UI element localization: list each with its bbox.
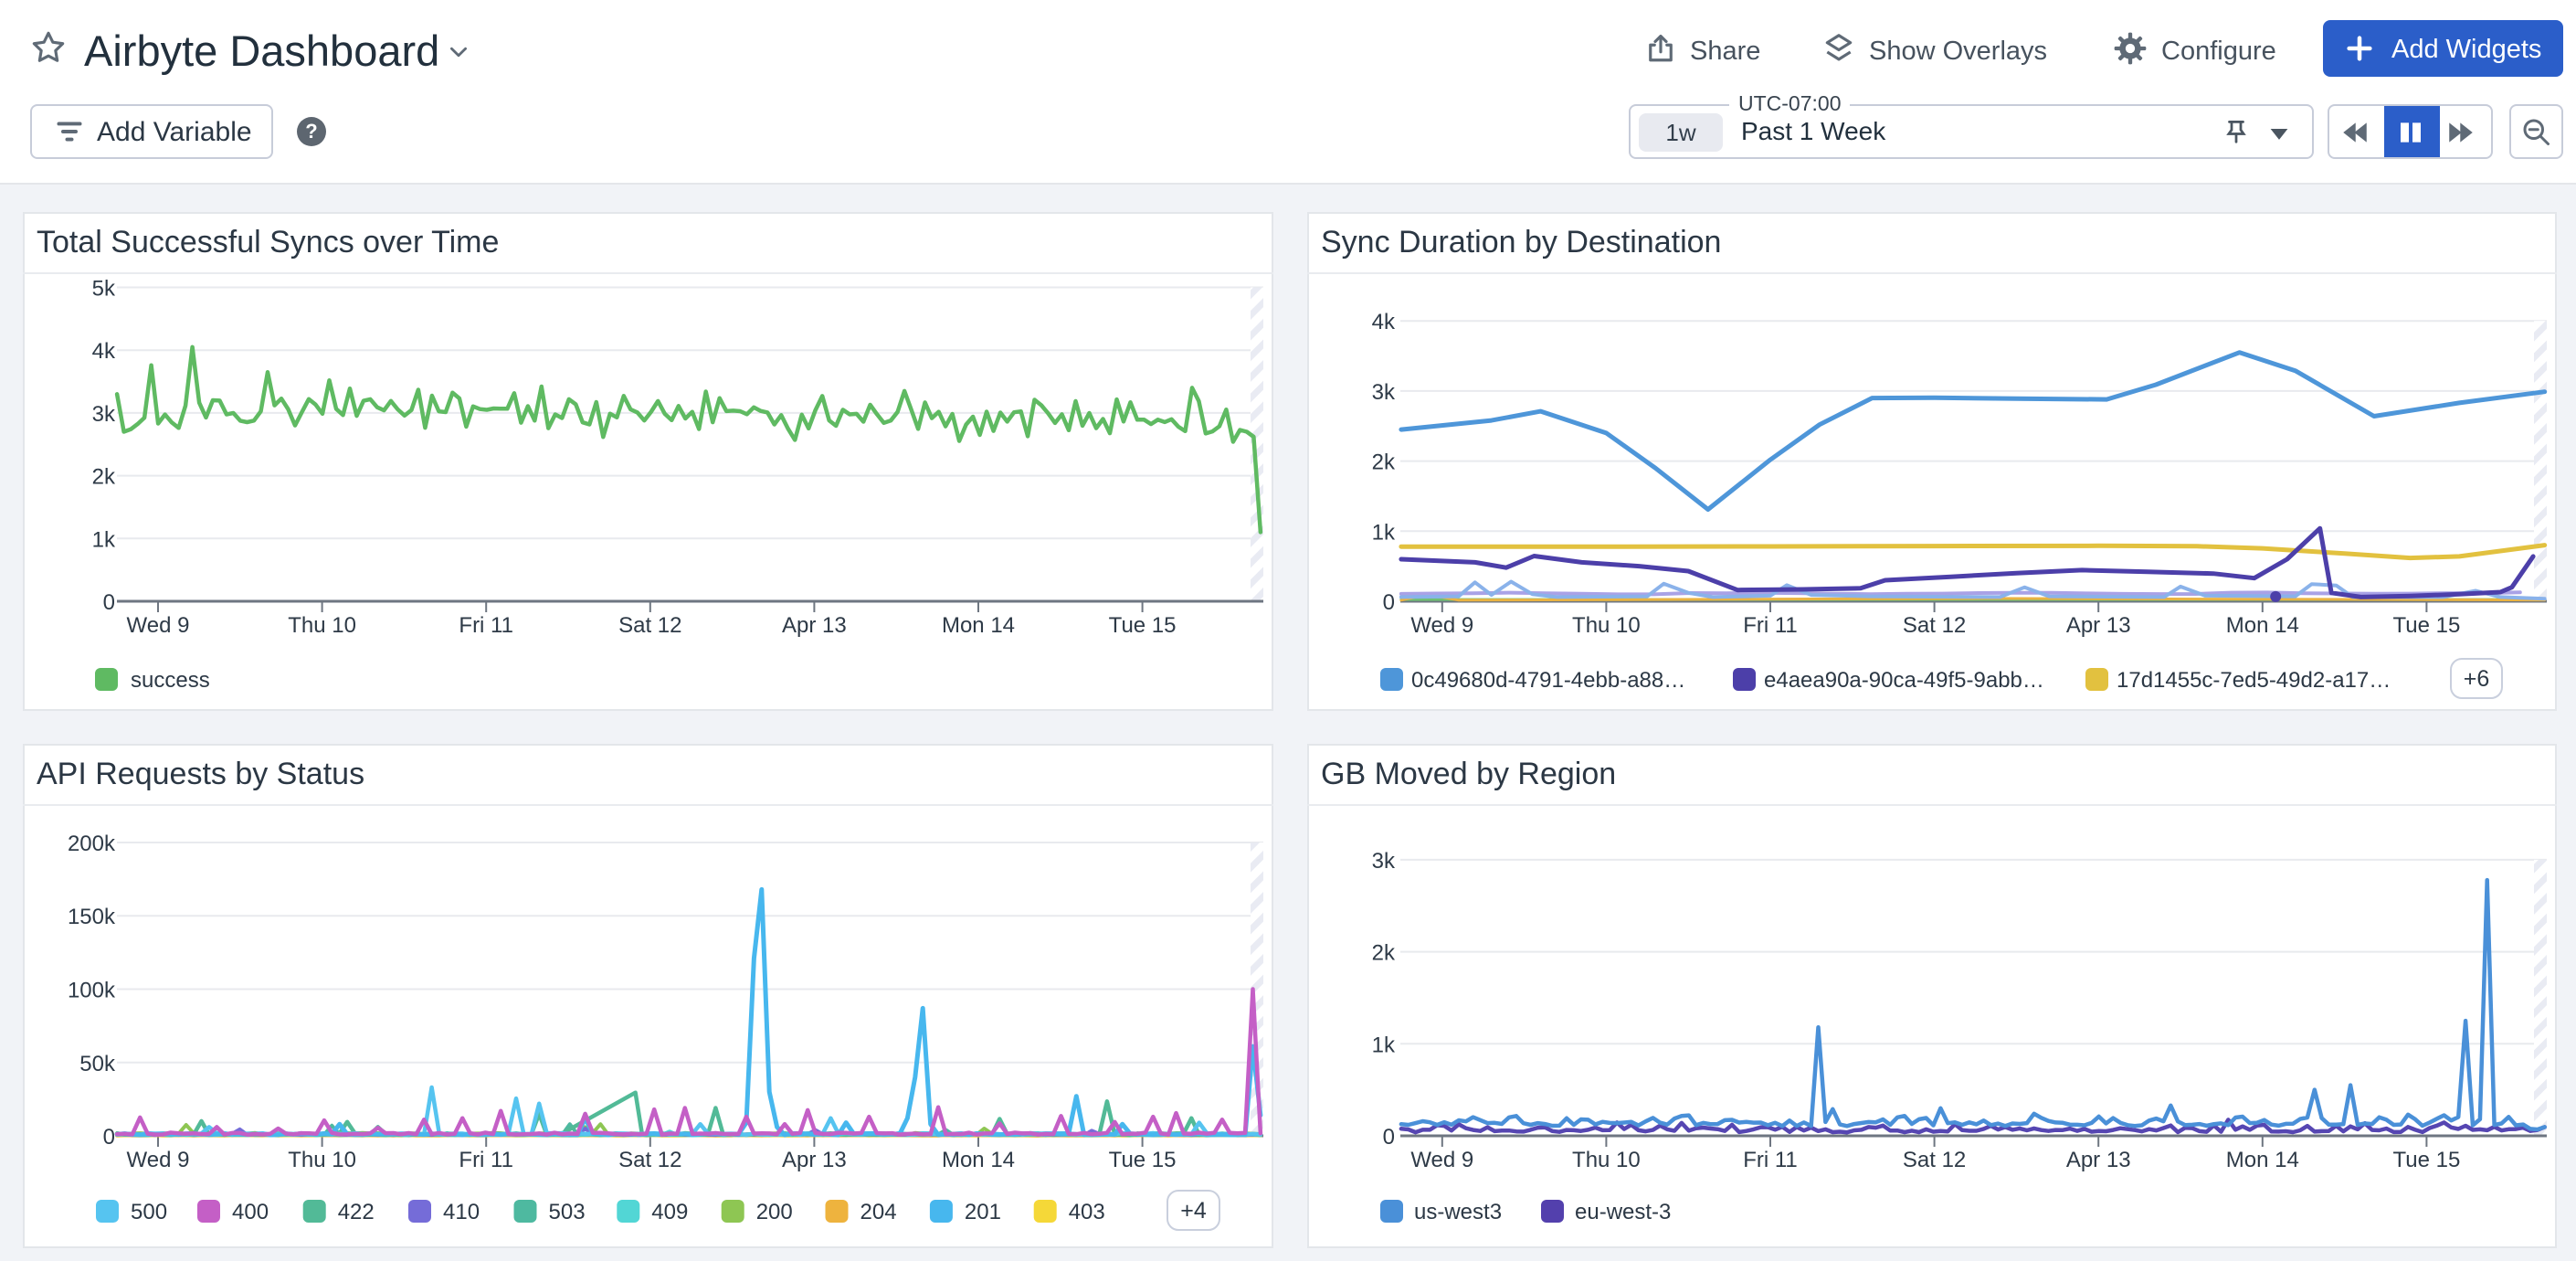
svg-text:1k: 1k (1372, 1033, 1396, 1057)
svg-text:204: 204 (860, 1200, 897, 1224)
svg-text:Thu 10: Thu 10 (288, 1148, 356, 1172)
svg-text:0: 0 (103, 1125, 115, 1150)
svg-text:3k: 3k (92, 402, 116, 427)
svg-text:0c49680d-4791-4ebb-a88…: 0c49680d-4791-4ebb-a88… (1411, 668, 1685, 693)
svg-text:Tue 15: Tue 15 (2392, 613, 2460, 638)
svg-text:3k: 3k (1372, 380, 1396, 405)
svg-text:Tue 15: Tue 15 (1109, 613, 1177, 638)
svg-text:Apr 13: Apr 13 (782, 1148, 847, 1172)
svg-text:Apr 13: Apr 13 (782, 613, 847, 638)
svg-text:0: 0 (1383, 590, 1395, 615)
svg-text:Mon 14: Mon 14 (2226, 1148, 2299, 1172)
svg-text:4k: 4k (1372, 310, 1396, 334)
svg-text:Sat 12: Sat 12 (618, 1148, 681, 1172)
svg-text:2k: 2k (1372, 941, 1396, 966)
svg-text:3k: 3k (1372, 849, 1396, 874)
svg-text:0: 0 (1383, 1125, 1395, 1150)
svg-text:50k: 50k (79, 1052, 116, 1076)
svg-text:Sat 12: Sat 12 (1903, 613, 1966, 638)
svg-text:1k: 1k (92, 527, 116, 552)
svg-text:Apr 13: Apr 13 (2066, 613, 2131, 638)
svg-text:400: 400 (232, 1200, 269, 1224)
svg-text:+6: +6 (2464, 666, 2490, 692)
svg-text:e4aea90a-90ca-49f5-9abb…: e4aea90a-90ca-49f5-9abb… (1764, 668, 2044, 693)
svg-text:4k: 4k (92, 339, 116, 364)
svg-text:403: 403 (1069, 1200, 1105, 1224)
svg-text:Mon 14: Mon 14 (2226, 613, 2299, 638)
svg-text:17d1455c-7ed5-49d2-a17…: 17d1455c-7ed5-49d2-a17… (2117, 668, 2391, 693)
svg-text:1k: 1k (1372, 520, 1396, 545)
svg-text:409: 409 (651, 1200, 688, 1224)
svg-text:Mon 14: Mon 14 (942, 1148, 1015, 1172)
svg-text:+4: +4 (1180, 1198, 1207, 1224)
svg-text:Tue 15: Tue 15 (2392, 1148, 2460, 1172)
svg-text:2k: 2k (92, 465, 116, 490)
svg-text:201: 201 (965, 1200, 1001, 1224)
svg-text:Fri 11: Fri 11 (1743, 613, 1798, 638)
svg-text:Wed 9: Wed 9 (1410, 613, 1473, 638)
svg-text:0: 0 (103, 590, 115, 615)
svg-text:200k: 200k (68, 832, 116, 856)
svg-text:Fri 11: Fri 11 (459, 1148, 513, 1172)
svg-text:5k: 5k (92, 277, 116, 302)
svg-text:Sat 12: Sat 12 (1903, 1148, 1966, 1172)
svg-text:eu-west-3: eu-west-3 (1575, 1200, 1671, 1224)
svg-text:Thu 10: Thu 10 (1572, 1148, 1641, 1172)
svg-text:500: 500 (131, 1200, 167, 1224)
svg-text:Tue 15: Tue 15 (1109, 1148, 1177, 1172)
svg-text:Thu 10: Thu 10 (1572, 613, 1641, 638)
svg-text:200: 200 (756, 1200, 793, 1224)
svg-text:503: 503 (549, 1200, 586, 1224)
svg-text:Fri 11: Fri 11 (459, 613, 513, 638)
svg-text:422: 422 (338, 1200, 375, 1224)
svg-text:100k: 100k (68, 979, 116, 1003)
svg-text:us-west3: us-west3 (1414, 1200, 1502, 1224)
svg-text:Fri 11: Fri 11 (1743, 1148, 1798, 1172)
svg-text:2k: 2k (1372, 450, 1396, 475)
svg-text:Sat 12: Sat 12 (618, 613, 681, 638)
svg-text:Wed 9: Wed 9 (127, 613, 190, 638)
svg-text:410: 410 (443, 1200, 480, 1224)
svg-text:150k: 150k (68, 905, 116, 929)
svg-text:Wed 9: Wed 9 (1410, 1148, 1473, 1172)
svg-text:Wed 9: Wed 9 (127, 1148, 190, 1172)
svg-text:Mon 14: Mon 14 (942, 613, 1015, 638)
svg-text:Apr 13: Apr 13 (2066, 1148, 2131, 1172)
svg-text:success: success (131, 668, 210, 693)
svg-text:Thu 10: Thu 10 (288, 613, 356, 638)
